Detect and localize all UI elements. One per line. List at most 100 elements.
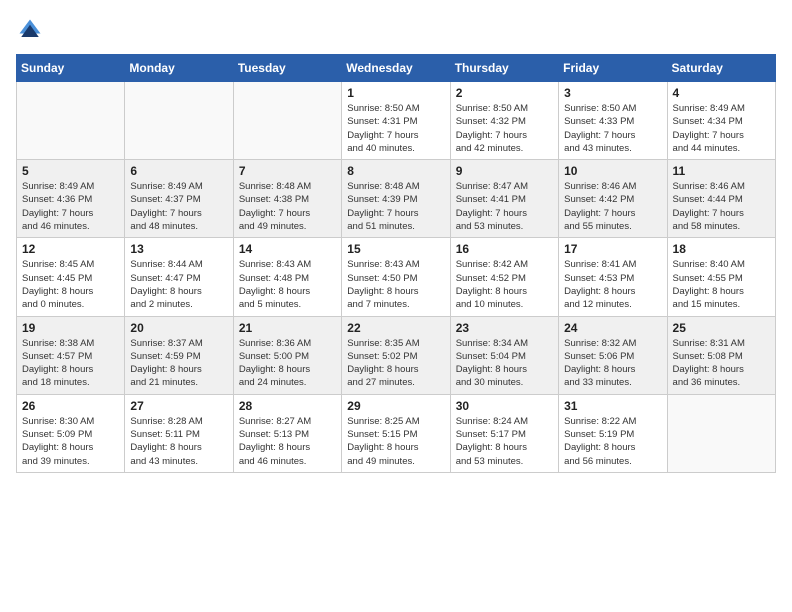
- calendar-cell: 30 Sunrise: 8:24 AM Sunset: 5:17 PM Dayli…: [450, 394, 558, 472]
- day-info: Sunrise: 8:46 AM Sunset: 4:44 PM Dayligh…: [673, 180, 770, 233]
- day-number: 29: [347, 399, 444, 413]
- day-info: Sunrise: 8:37 AM Sunset: 4:59 PM Dayligh…: [130, 337, 227, 390]
- day-info: Sunrise: 8:50 AM Sunset: 4:31 PM Dayligh…: [347, 102, 444, 155]
- day-number: 9: [456, 164, 553, 178]
- calendar-cell: 12 Sunrise: 8:45 AM Sunset: 4:45 PM Dayli…: [17, 238, 125, 316]
- calendar-cell: 4Sunrise: 8:49 AM Sunset: 4:34 PM Daylig…: [667, 82, 775, 160]
- day-number: 24: [564, 321, 661, 335]
- day-info: Sunrise: 8:22 AM Sunset: 5:19 PM Dayligh…: [564, 415, 661, 468]
- day-info: Sunrise: 8:41 AM Sunset: 4:53 PM Dayligh…: [564, 258, 661, 311]
- day-number: 3: [564, 86, 661, 100]
- day-info: Sunrise: 8:50 AM Sunset: 4:32 PM Dayligh…: [456, 102, 553, 155]
- day-number: 11: [673, 164, 770, 178]
- calendar-cell: [125, 82, 233, 160]
- day-info: Sunrise: 8:46 AM Sunset: 4:42 PM Dayligh…: [564, 180, 661, 233]
- weekday-header-sunday: Sunday: [17, 55, 125, 82]
- day-number: 12: [22, 242, 119, 256]
- day-info: Sunrise: 8:43 AM Sunset: 4:48 PM Dayligh…: [239, 258, 336, 311]
- weekday-header-tuesday: Tuesday: [233, 55, 341, 82]
- day-number: 8: [347, 164, 444, 178]
- calendar-cell: 15 Sunrise: 8:43 AM Sunset: 4:50 PM Dayli…: [342, 238, 450, 316]
- day-number: 10: [564, 164, 661, 178]
- calendar-cell: 23 Sunrise: 8:34 AM Sunset: 5:04 PM Dayli…: [450, 316, 558, 394]
- day-info: Sunrise: 8:40 AM Sunset: 4:55 PM Dayligh…: [673, 258, 770, 311]
- weekday-header-thursday: Thursday: [450, 55, 558, 82]
- logo: [16, 16, 48, 44]
- calendar-cell: 21Sunrise: 8:36 AM Sunset: 5:00 PM Dayli…: [233, 316, 341, 394]
- day-number: 16: [456, 242, 553, 256]
- calendar-cell: 9 Sunrise: 8:47 AM Sunset: 4:41 PM Daylig…: [450, 160, 558, 238]
- calendar-cell: 22 Sunrise: 8:35 AM Sunset: 5:02 PM Dayli…: [342, 316, 450, 394]
- logo-icon: [16, 16, 44, 44]
- calendar-cell: 19 Sunrise: 8:38 AM Sunset: 4:57 PM Dayli…: [17, 316, 125, 394]
- day-number: 26: [22, 399, 119, 413]
- day-info: Sunrise: 8:42 AM Sunset: 4:52 PM Dayligh…: [456, 258, 553, 311]
- calendar-week-row: 1 Sunrise: 8:50 AM Sunset: 4:31 PM Daylig…: [17, 82, 776, 160]
- day-number: 30: [456, 399, 553, 413]
- day-info: Sunrise: 8:49 AM Sunset: 4:37 PM Dayligh…: [130, 180, 227, 233]
- day-number: 27: [130, 399, 227, 413]
- calendar-cell: 28Sunrise: 8:27 AM Sunset: 5:13 PM Dayli…: [233, 394, 341, 472]
- calendar-cell: 29 Sunrise: 8:25 AM Sunset: 5:15 PM Dayli…: [342, 394, 450, 472]
- calendar-cell: 6 Sunrise: 8:49 AM Sunset: 4:37 PM Daylig…: [125, 160, 233, 238]
- weekday-row: SundayMondayTuesdayWednesdayThursdayFrid…: [17, 55, 776, 82]
- day-number: 1: [347, 86, 444, 100]
- day-number: 4: [673, 86, 770, 100]
- day-info: Sunrise: 8:48 AM Sunset: 4:38 PM Dayligh…: [239, 180, 336, 233]
- day-info: Sunrise: 8:25 AM Sunset: 5:15 PM Dayligh…: [347, 415, 444, 468]
- calendar-cell: 17Sunrise: 8:41 AM Sunset: 4:53 PM Dayli…: [559, 238, 667, 316]
- day-number: 7: [239, 164, 336, 178]
- calendar-cell: 3Sunrise: 8:50 AM Sunset: 4:33 PM Daylig…: [559, 82, 667, 160]
- day-number: 2: [456, 86, 553, 100]
- calendar-cell: 2 Sunrise: 8:50 AM Sunset: 4:32 PM Daylig…: [450, 82, 558, 160]
- calendar-cell: [667, 394, 775, 472]
- weekday-header-wednesday: Wednesday: [342, 55, 450, 82]
- day-number: 31: [564, 399, 661, 413]
- calendar-cell: 14 Sunrise: 8:43 AM Sunset: 4:48 PM Dayli…: [233, 238, 341, 316]
- day-number: 19: [22, 321, 119, 335]
- calendar-cell: 20 Sunrise: 8:37 AM Sunset: 4:59 PM Dayli…: [125, 316, 233, 394]
- day-number: 15: [347, 242, 444, 256]
- day-number: 5: [22, 164, 119, 178]
- day-number: 14: [239, 242, 336, 256]
- calendar-cell: 13Sunrise: 8:44 AM Sunset: 4:47 PM Dayli…: [125, 238, 233, 316]
- day-info: Sunrise: 8:47 AM Sunset: 4:41 PM Dayligh…: [456, 180, 553, 233]
- calendar-cell: 16 Sunrise: 8:42 AM Sunset: 4:52 PM Dayli…: [450, 238, 558, 316]
- day-number: 28: [239, 399, 336, 413]
- day-info: Sunrise: 8:35 AM Sunset: 5:02 PM Dayligh…: [347, 337, 444, 390]
- page-header: [16, 16, 776, 44]
- calendar-cell: 11 Sunrise: 8:46 AM Sunset: 4:44 PM Dayli…: [667, 160, 775, 238]
- calendar-cell: 10 Sunrise: 8:46 AM Sunset: 4:42 PM Dayli…: [559, 160, 667, 238]
- day-number: 23: [456, 321, 553, 335]
- day-info: Sunrise: 8:34 AM Sunset: 5:04 PM Dayligh…: [456, 337, 553, 390]
- calendar-cell: [17, 82, 125, 160]
- calendar-body: 1 Sunrise: 8:50 AM Sunset: 4:31 PM Daylig…: [17, 82, 776, 473]
- weekday-header-monday: Monday: [125, 55, 233, 82]
- weekday-header-friday: Friday: [559, 55, 667, 82]
- day-info: Sunrise: 8:49 AM Sunset: 4:36 PM Dayligh…: [22, 180, 119, 233]
- calendar-cell: 5 Sunrise: 8:49 AM Sunset: 4:36 PM Daylig…: [17, 160, 125, 238]
- day-info: Sunrise: 8:24 AM Sunset: 5:17 PM Dayligh…: [456, 415, 553, 468]
- calendar-table: SundayMondayTuesdayWednesdayThursdayFrid…: [16, 54, 776, 473]
- calendar-cell: 27 Sunrise: 8:28 AM Sunset: 5:11 PM Dayli…: [125, 394, 233, 472]
- day-info: Sunrise: 8:38 AM Sunset: 4:57 PM Dayligh…: [22, 337, 119, 390]
- day-number: 25: [673, 321, 770, 335]
- calendar-cell: 1 Sunrise: 8:50 AM Sunset: 4:31 PM Daylig…: [342, 82, 450, 160]
- day-info: Sunrise: 8:43 AM Sunset: 4:50 PM Dayligh…: [347, 258, 444, 311]
- day-info: Sunrise: 8:45 AM Sunset: 4:45 PM Dayligh…: [22, 258, 119, 311]
- day-number: 21: [239, 321, 336, 335]
- calendar-cell: 25Sunrise: 8:31 AM Sunset: 5:08 PM Dayli…: [667, 316, 775, 394]
- calendar-week-row: 26Sunrise: 8:30 AM Sunset: 5:09 PM Dayli…: [17, 394, 776, 472]
- calendar-cell: 24Sunrise: 8:32 AM Sunset: 5:06 PM Dayli…: [559, 316, 667, 394]
- calendar-cell: 8Sunrise: 8:48 AM Sunset: 4:39 PM Daylig…: [342, 160, 450, 238]
- day-number: 20: [130, 321, 227, 335]
- calendar-cell: 18Sunrise: 8:40 AM Sunset: 4:55 PM Dayli…: [667, 238, 775, 316]
- calendar-week-row: 12 Sunrise: 8:45 AM Sunset: 4:45 PM Dayli…: [17, 238, 776, 316]
- calendar-cell: 31 Sunrise: 8:22 AM Sunset: 5:19 PM Dayli…: [559, 394, 667, 472]
- day-number: 22: [347, 321, 444, 335]
- day-number: 6: [130, 164, 227, 178]
- day-info: Sunrise: 8:28 AM Sunset: 5:11 PM Dayligh…: [130, 415, 227, 468]
- day-info: Sunrise: 8:44 AM Sunset: 4:47 PM Dayligh…: [130, 258, 227, 311]
- calendar-week-row: 19 Sunrise: 8:38 AM Sunset: 4:57 PM Dayli…: [17, 316, 776, 394]
- calendar-week-row: 5 Sunrise: 8:49 AM Sunset: 4:36 PM Daylig…: [17, 160, 776, 238]
